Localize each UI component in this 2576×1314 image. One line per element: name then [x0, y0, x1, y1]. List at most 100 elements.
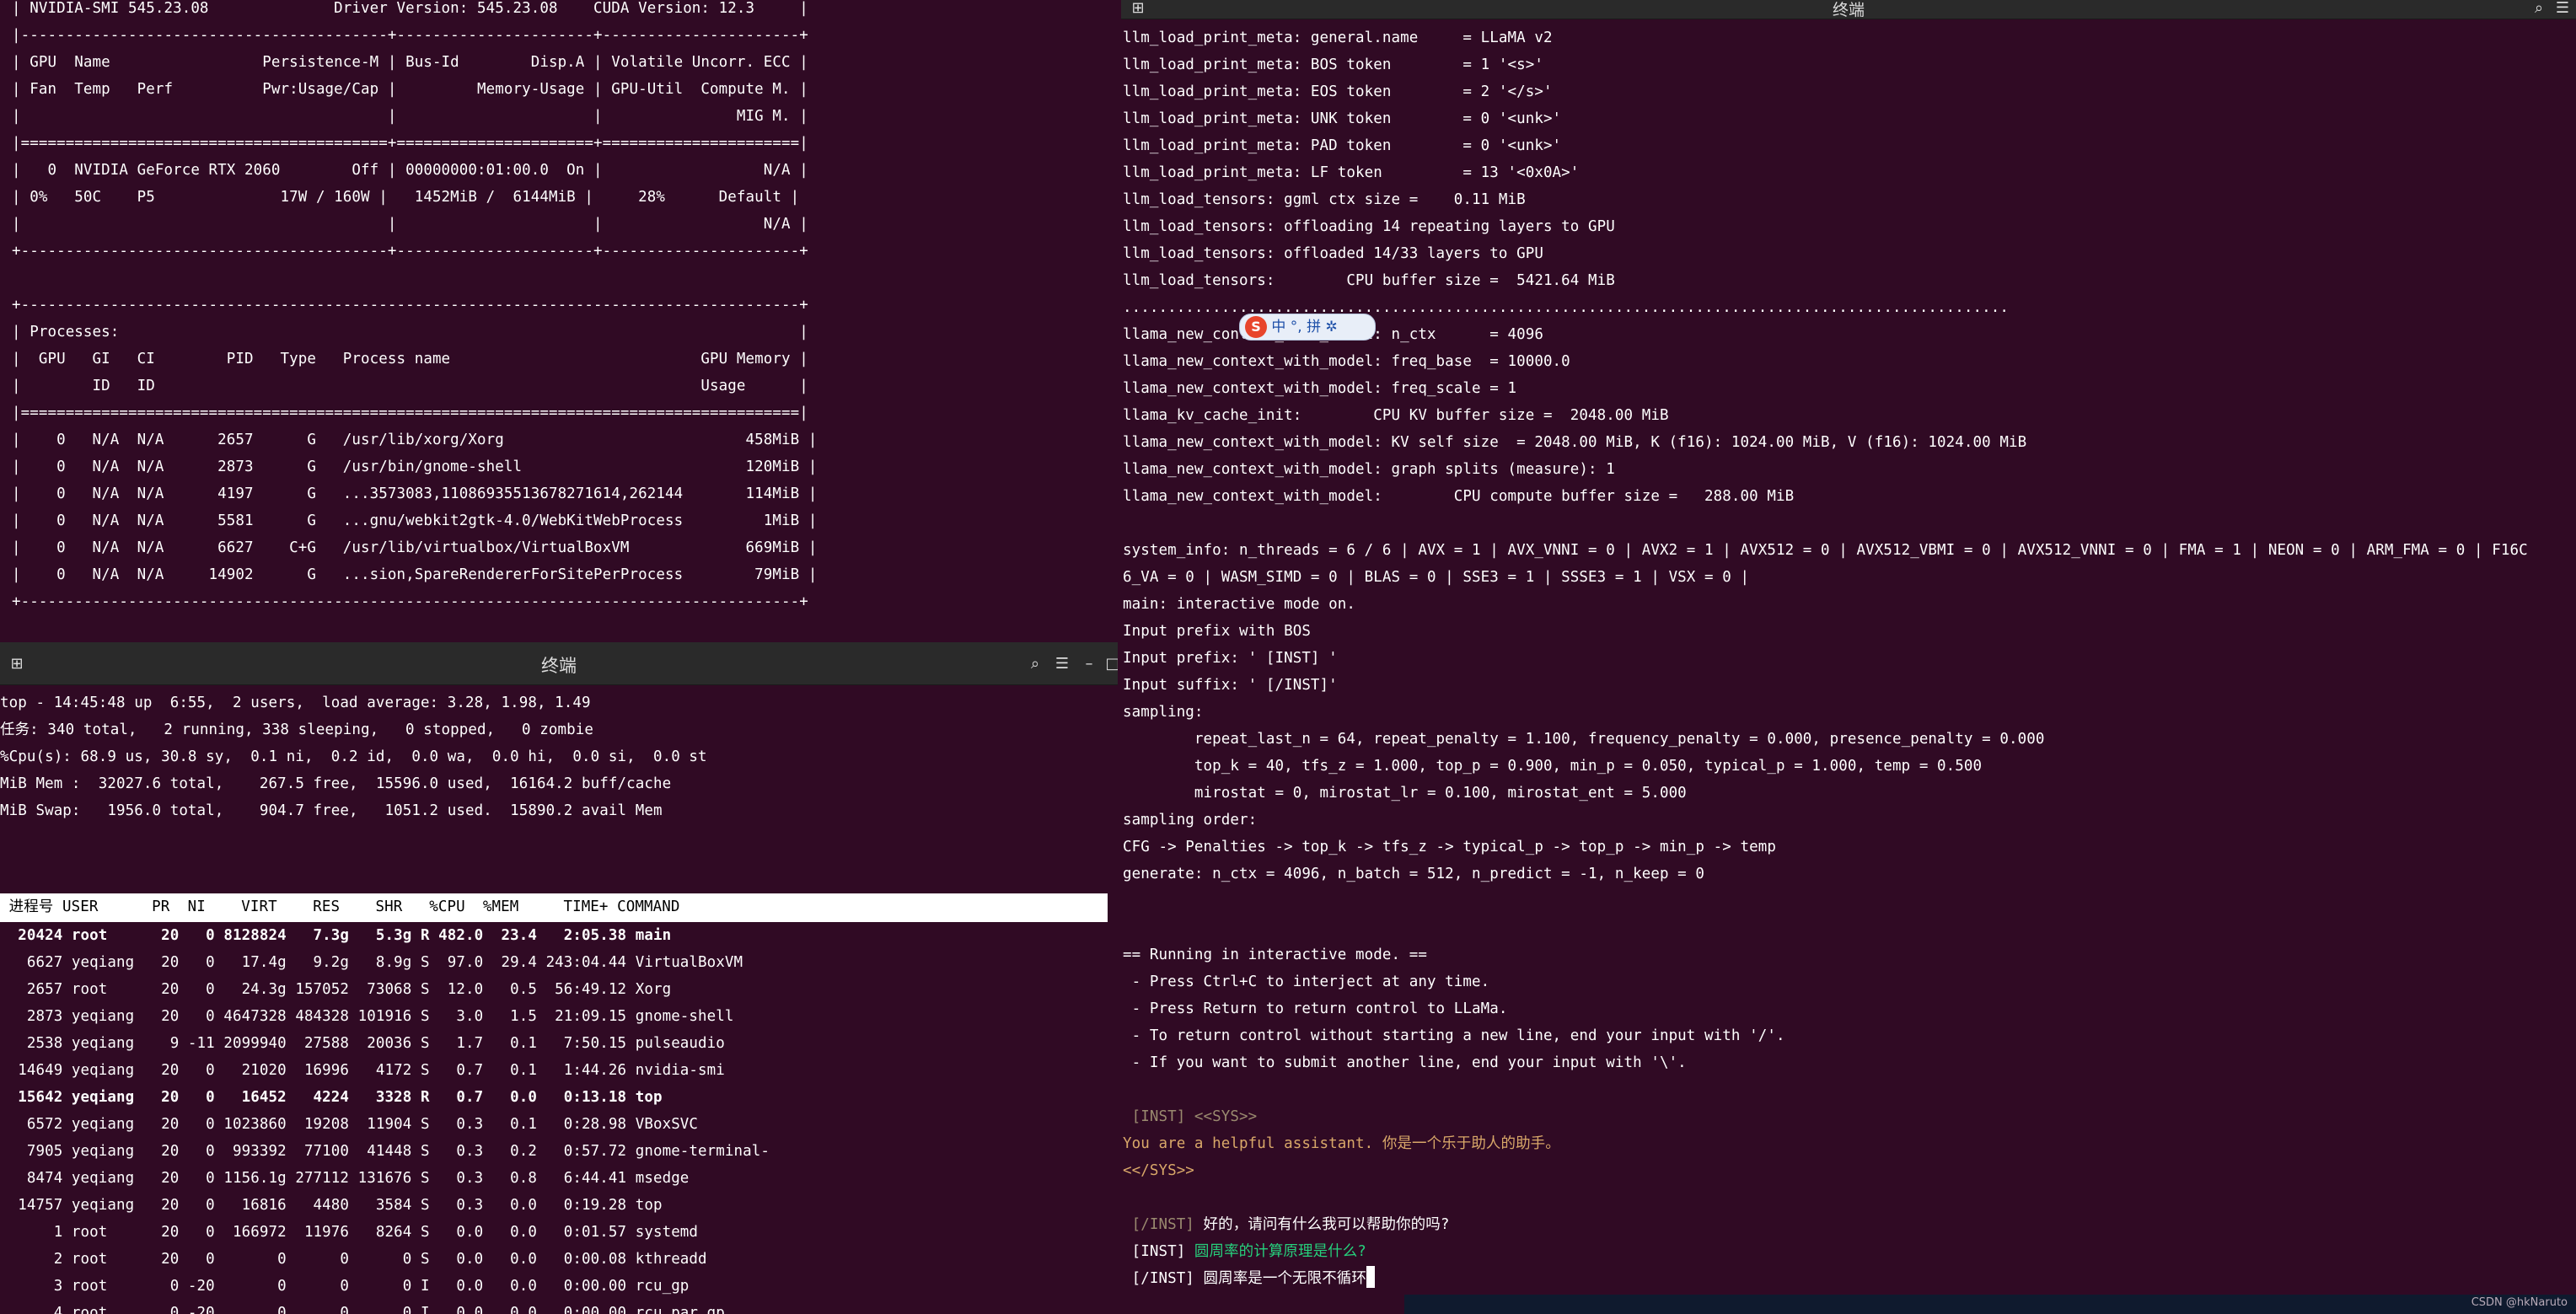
search-icon[interactable]: ⌕	[1023, 652, 1047, 676]
top-summary-line: %Cpu(s): 68.9 us, 30.8 sy, 0.1 ni, 0.2 i…	[0, 748, 707, 765]
menu-icon[interactable]: ☰	[2551, 0, 2574, 20]
chat-message: 圆周率的计算原理是什么?	[1185, 1243, 1366, 1260]
llama-terminal-window[interactable]: ⊞ 终端 ⌕ ☰ llm_load_print_meta: general.na…	[1121, 0, 2576, 1314]
smi-line: +---------------------------------------…	[12, 243, 808, 260]
process-row: 15642 yeqiang 20 0 16452 4224 3328 R 0.7…	[0, 1089, 663, 1106]
log-line: llama_new_context_with_model: graph spli…	[1123, 461, 1615, 478]
smi-line: |---------------------------------------…	[12, 27, 808, 44]
ime-toolbar[interactable]: S 中 °, 拼 ✲	[1239, 314, 1376, 341]
process-table-rows: 20424 root 20 0 8128824 7.3g 5.3g R 482.…	[0, 922, 770, 1314]
smi-line: | Processes: |	[12, 324, 808, 341]
log-line: - Press Return to return control to LLaM…	[1123, 1000, 1508, 1017]
nvidia-smi-output: | NVIDIA-SMI 545.23.08 Driver Version: 5…	[12, 0, 817, 615]
log-line: llm_load_tensors: ggml ctx size = 0.11 M…	[1123, 191, 1526, 208]
log-line: llm_load_print_meta: general.name = LLaM…	[1123, 29, 1553, 46]
top-summary: top - 14:45:48 up 6:55, 2 users, load av…	[0, 689, 707, 824]
log-line: llm_load_print_meta: PAD token = 0 '<unk…	[1123, 137, 1562, 154]
smi-line: | 0 N/A N/A 6627 C+G /usr/lib/virtualbox…	[12, 539, 818, 556]
smi-line: | 0 N/A N/A 2873 G /usr/bin/gnome-shell …	[12, 459, 818, 475]
top-summary-line: 任务: 340 total, 2 running, 338 sleeping, …	[0, 721, 593, 738]
log-line: llama_new_context_with_model: freq_base …	[1123, 353, 1570, 370]
log-line: Input suffix: ' [/INST]'	[1123, 677, 1338, 694]
process-table-header: 进程号 USER PR NI VIRT RES SHR %CPU %MEM TI…	[0, 893, 1108, 922]
log-line: Input prefix: ' [INST] '	[1123, 650, 1338, 667]
process-row: 6572 yeqiang 20 0 1023860 19208 11904 S …	[0, 1116, 699, 1133]
smi-line: | 0 N/A N/A 4197 G ...3573083,1108693551…	[12, 485, 818, 502]
smi-line: | ID ID Usage |	[12, 378, 808, 394]
process-row: 4 root 0 -20 0 0 0 I 0.0 0.0 0:00.00 rcu…	[0, 1305, 725, 1314]
process-row: 14757 yeqiang 20 0 16816 4480 3584 S 0.3…	[0, 1197, 663, 1214]
window-title: 终端	[1832, 1, 1865, 19]
log-line: llm_load_tensors: offloading 14 repeatin…	[1123, 218, 1615, 235]
smi-line: | Fan Temp Perf Pwr:Usage/Cap | Memory-U…	[12, 81, 808, 98]
watermark: CSDN @hkNaruto	[2471, 1296, 2568, 1309]
log-line: llm_load_print_meta: LF token = 13 '<0x0…	[1123, 164, 1580, 181]
smi-line: | | | N/A |	[12, 216, 808, 233]
terminal-cursor	[1366, 1266, 1375, 1288]
process-columns: 进程号 USER PR NI VIRT RES SHR %CPU %MEM TI…	[0, 898, 680, 915]
top-summary-line: MiB Swap: 1956.0 total, 904.7 free, 1051…	[0, 802, 663, 819]
log-line: llm_load_tensors: CPU buffer size = 5421…	[1123, 272, 1615, 289]
log-line: - To return control without starting a n…	[1123, 1027, 1785, 1044]
chat-message: 圆周率是一个无限不循环	[1194, 1270, 1366, 1287]
log-line: llm_load_tensors: offloaded 14/33 layers…	[1123, 245, 1543, 262]
chat-tag: [INST]	[1123, 1243, 1186, 1260]
process-row: 20424 root 20 0 8128824 7.3g 5.3g R 482.…	[0, 927, 672, 944]
smi-line: +---------------------------------------…	[12, 593, 808, 610]
smi-line: |=======================================…	[12, 135, 808, 152]
process-row: 2873 yeqiang 20 0 4647328 484328 101916 …	[0, 1008, 734, 1025]
log-line: 6_VA = 0 | WASM_SIMD = 0 | BLAS = 0 | SS…	[1123, 569, 1750, 586]
log-line: llm_load_print_meta: EOS token = 2 '</s>…	[1123, 83, 1553, 100]
chat-message: 好的，请问有什么我可以帮助你的吗?	[1194, 1216, 1450, 1233]
top-terminal-window[interactable]: ⊞ 终端 ⌕ ☰ – □ top - 14:45:48 up 6:55, 2 u…	[0, 642, 1118, 1314]
smi-line: | 0 NVIDIA GeForce RTX 2060 Off | 000000…	[12, 162, 808, 179]
log-line: sampling order:	[1123, 812, 1258, 829]
smi-line: | 0% 50C P5 17W / 160W | 1452MiB / 6144M…	[12, 189, 800, 206]
process-row: 2657 root 20 0 24.3g 157052 73068 S 12.0…	[0, 981, 672, 998]
log-line: generate: n_ctx = 4096, n_batch = 512, n…	[1123, 866, 1705, 882]
log-line: top_k = 40, tfs_z = 1.000, top_p = 0.900…	[1123, 758, 1983, 775]
smi-line: | GPU GI CI PID Type Process name GPU Me…	[12, 351, 808, 367]
process-row: 1 root 20 0 166972 11976 8264 S 0.0 0.0 …	[0, 1224, 699, 1241]
search-icon[interactable]: ⌕	[2527, 0, 2551, 20]
log-line: Input prefix with BOS	[1123, 623, 1311, 640]
smi-line: | GPU Name Persistence-M | Bus-Id Disp.A…	[12, 54, 808, 71]
taskbar-strip	[1404, 1295, 2576, 1314]
smi-line: |=======================================…	[12, 405, 808, 421]
log-line: llama_new_context_with_model: freq_scale…	[1123, 380, 1517, 397]
sys-open-tag: [INST] <<SYS>>	[1123, 1108, 1258, 1125]
minimize-icon[interactable]: –	[1077, 652, 1101, 676]
llama-terminal-titlebar[interactable]: ⊞ 终端 ⌕ ☰	[1121, 0, 2576, 19]
log-line: llm_load_print_meta: BOS token = 1 '<s>'	[1123, 56, 1543, 73]
sys-close-tag: <</SYS>>	[1123, 1162, 1194, 1179]
menu-icon[interactable]: ☰	[1050, 652, 1074, 676]
log-line: main: interactive mode on.	[1123, 596, 1356, 613]
log-line: mirostat = 0, mirostat_lr = 0.100, miros…	[1123, 785, 1687, 802]
smi-line: | | | MIG M. |	[12, 108, 808, 125]
log-line: CFG -> Penalties -> top_k -> tfs_z -> ty…	[1123, 839, 1776, 855]
process-row: 8474 yeqiang 20 0 1156.1g 277112 131676 …	[0, 1170, 690, 1187]
llama-log: llm_load_print_meta: general.name = LLaM…	[1123, 24, 2528, 1292]
smi-line: | 0 N/A N/A 14902 G ...sion,SpareRendere…	[12, 566, 818, 583]
process-row: 2 root 20 0 0 0 0 S 0.0 0.0 0:00.08 kthr…	[0, 1251, 707, 1268]
smi-line: | NVIDIA-SMI 545.23.08 Driver Version: 5…	[12, 0, 808, 17]
system-prompt: You are a helpful assistant. 你是一个乐于助人的助手…	[1123, 1135, 1560, 1152]
top-terminal-titlebar[interactable]: ⊞ 终端 ⌕ ☰ – □	[0, 642, 1118, 685]
top-output: top - 14:45:48 up 6:55, 2 users, load av…	[0, 686, 1118, 1314]
log-line: - If you want to submit another line, en…	[1123, 1054, 1687, 1071]
log-line: llama_kv_cache_init: CPU KV buffer size …	[1123, 407, 1669, 424]
log-line: llm_load_print_meta: UNK token = 0 '<unk…	[1123, 110, 1562, 127]
nvidia-smi-terminal: | NVIDIA-SMI 545.23.08 Driver Version: 5…	[0, 0, 1118, 642]
window-title: 终端	[541, 656, 577, 676]
ime-status[interactable]: 中 °, 拼 ✲	[1271, 319, 1337, 335]
log-line: == Running in interactive mode. ==	[1123, 947, 1427, 963]
process-row: 2538 yeqiang 9 -11 2099940 27588 20036 S…	[0, 1035, 725, 1052]
maximize-icon[interactable]: □	[1101, 652, 1118, 676]
process-row: 3 root 0 -20 0 0 0 I 0.0 0.0 0:00.00 rcu…	[0, 1278, 690, 1295]
process-row: 14649 yeqiang 20 0 21020 16996 4172 S 0.…	[0, 1062, 725, 1079]
process-row: 6627 yeqiang 20 0 17.4g 9.2g 8.9g S 97.0…	[0, 954, 743, 971]
sogou-logo-icon[interactable]: S	[1245, 316, 1267, 338]
llama-output: llm_load_print_meta: general.name = LLaM…	[1121, 19, 2576, 1314]
log-line: llama_new_context_with_model: CPU comput…	[1123, 488, 1795, 505]
smi-line: | 0 N/A N/A 2657 G /usr/lib/xorg/Xorg 45…	[12, 432, 818, 448]
